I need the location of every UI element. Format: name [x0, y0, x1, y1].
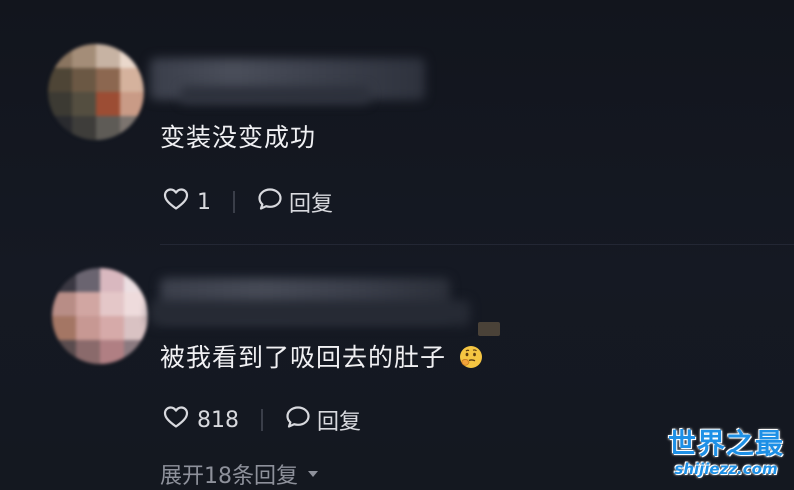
username-blurred-secondary	[180, 86, 370, 104]
like-count: 818	[197, 407, 239, 433]
speech-bubble-icon	[285, 405, 311, 435]
avatar-mosaic-cell	[96, 44, 120, 68]
avatar[interactable]	[52, 268, 148, 364]
avatar-mosaic-cell	[52, 316, 76, 340]
avatar-mosaic-cell	[48, 68, 72, 92]
avatar-mosaic-cell	[120, 92, 144, 116]
avatar-mosaic	[52, 268, 148, 364]
avatar-mosaic-cell	[96, 68, 120, 92]
comment-text: 变装没变成功	[160, 123, 317, 152]
avatar-mosaic-cell	[72, 68, 96, 92]
caret-down-icon	[308, 471, 318, 477]
speech-bubble-icon	[257, 187, 283, 217]
expand-replies-button[interactable]: 展开18条回复	[160, 458, 318, 490]
comment-text-body: 被我看到了吸回去的肚子	[160, 343, 447, 372]
avatar-mosaic-cell	[120, 68, 144, 92]
comment-text: 被我看到了吸回去的肚子	[160, 338, 484, 374]
avatar-mosaic	[48, 44, 144, 140]
expand-replies-label: 展开18条回复	[160, 464, 298, 489]
heart-icon	[163, 405, 189, 435]
avatar-mosaic-cell	[72, 92, 96, 116]
avatar-mosaic-cell	[96, 116, 120, 140]
avatar-mosaic-cell	[76, 316, 100, 340]
reply-label: 回复	[317, 410, 362, 435]
action-divider	[233, 191, 235, 213]
avatar-mosaic-cell	[72, 116, 96, 140]
reply-button[interactable]: 回复	[257, 186, 333, 218]
heart-icon	[163, 187, 189, 217]
comment-section: 变装没变成功 1 回复 被我看到了吸回去的肚子 818 回复 展开18条回复 世…	[0, 0, 794, 490]
avatar-mosaic-cell	[100, 316, 124, 340]
watermark-title: 世界之最	[667, 427, 784, 460]
watermark-url: shijiezz.com	[674, 460, 778, 478]
avatar-mosaic-cell	[48, 44, 72, 68]
avatar-mosaic-cell	[100, 268, 124, 292]
like-count: 1	[197, 189, 211, 215]
avatar[interactable]	[48, 44, 144, 140]
username-blurred-secondary	[150, 300, 470, 326]
comment-item: 变装没变成功 1 回复	[0, 0, 794, 245]
comment-actions: 1 回复	[163, 185, 333, 219]
avatar-mosaic-cell	[96, 92, 120, 116]
avatar-mosaic-cell	[76, 292, 100, 316]
avatar-mosaic-cell	[48, 116, 72, 140]
avatar-mosaic-cell	[120, 44, 144, 68]
watermark-logo: 世界之最 shijiezz.com	[666, 427, 786, 479]
reply-label: 回复	[289, 192, 334, 217]
action-divider	[261, 409, 263, 431]
avatar-mosaic-cell	[120, 116, 144, 140]
avatar-mosaic-cell	[48, 92, 72, 116]
emoji-fragment	[478, 322, 500, 336]
reply-button[interactable]: 回复	[285, 404, 361, 436]
comment-actions: 818 回复	[163, 403, 361, 437]
like-button[interactable]: 818	[163, 405, 239, 435]
avatar-mosaic-cell	[52, 292, 76, 316]
comment-divider	[160, 244, 794, 245]
thinking-face-icon	[458, 344, 484, 370]
avatar-mosaic-cell	[100, 292, 124, 316]
avatar-mosaic-cell	[76, 268, 100, 292]
like-button[interactable]: 1	[163, 187, 211, 217]
avatar-mosaic-cell	[72, 44, 96, 68]
